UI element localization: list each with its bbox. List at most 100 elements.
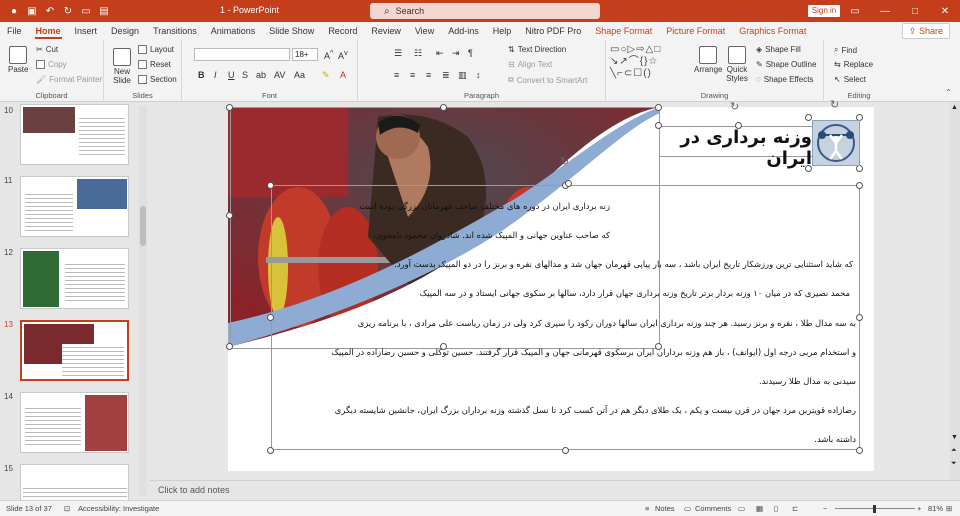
slide-thumbnail[interactable] xyxy=(20,392,129,453)
collapse-ribbon-icon[interactable]: ⌃ xyxy=(945,88,952,97)
rotate-handle-icon[interactable]: ↻ xyxy=(830,98,839,111)
align-right-icon[interactable]: ≡ xyxy=(426,70,431,80)
tab-design[interactable]: Design xyxy=(104,22,146,40)
resize-handle[interactable] xyxy=(856,314,863,321)
new-slide-button[interactable]: New Slide xyxy=(110,48,134,85)
signin-button[interactable]: Sign in xyxy=(808,5,840,17)
resize-handle[interactable] xyxy=(655,104,662,111)
reading-view-icon[interactable]: ▯ xyxy=(774,504,778,513)
font-color-icon[interactable]: A xyxy=(340,70,346,80)
increase-indent-icon[interactable]: ⇥ xyxy=(452,48,460,59)
tab-picture-format[interactable]: Picture Format xyxy=(659,22,732,40)
resize-handle[interactable] xyxy=(267,447,274,454)
rotate-handle-icon[interactable]: ↻ xyxy=(560,155,569,168)
select-button[interactable]: ↖ Select xyxy=(834,75,866,84)
highlight-icon[interactable]: ✎ xyxy=(322,70,330,81)
maximize-icon[interactable]: □ xyxy=(900,0,930,22)
quick-styles-button[interactable]: Quick Styles xyxy=(724,46,750,83)
comments-toggle[interactable]: Comments xyxy=(695,504,731,513)
close-icon[interactable]: ✕ xyxy=(930,0,960,22)
cut-button[interactable]: ✂ Cut xyxy=(36,45,58,54)
fit-slide-icon[interactable]: ⊞ xyxy=(946,504,952,513)
tab-nitro[interactable]: Nitro PDF Pro xyxy=(518,22,588,40)
shape-outline-button[interactable]: ✎ Shape Outline xyxy=(756,60,816,69)
align-left-icon[interactable]: ≡ xyxy=(394,70,399,80)
font-name-dropdown[interactable] xyxy=(194,48,290,61)
zoom-slider-knob[interactable] xyxy=(873,505,876,513)
tab-file[interactable]: File xyxy=(0,22,29,40)
notes-toggle-icon[interactable]: ≡ xyxy=(645,504,649,513)
copy-button[interactable]: Copy xyxy=(36,60,67,69)
slide-thumbnail[interactable] xyxy=(20,176,129,237)
scroll-thumb[interactable] xyxy=(140,206,146,246)
slide-title[interactable]: وزنه برداری در ایران xyxy=(662,127,812,169)
zoom-in-icon[interactable]: + xyxy=(917,504,921,513)
save-icon[interactable]: ▣ xyxy=(26,5,38,17)
undo-icon[interactable]: ↶ xyxy=(44,5,56,17)
shape-fill-button[interactable]: ◈ Shape Fill xyxy=(756,45,801,54)
resize-handle[interactable] xyxy=(226,343,233,350)
shapes-gallery[interactable]: ▭○▷⇨△□ ↘↗⌒{}☆ ╲⌐⊂☐() xyxy=(610,44,690,84)
resize-handle[interactable] xyxy=(226,104,233,111)
slide-sorter-icon[interactable]: ▦ xyxy=(756,504,763,513)
scroll-down-icon[interactable]: ▼ xyxy=(951,434,958,441)
tab-help[interactable]: Help xyxy=(486,22,519,40)
smartart-button[interactable]: ⧉ Convert to SmartArt xyxy=(508,75,587,85)
tab-shape-format[interactable]: Shape Format xyxy=(588,22,659,40)
comments-icon[interactable]: ▭ xyxy=(684,504,691,513)
tab-record[interactable]: Record xyxy=(321,22,364,40)
accessibility-status[interactable]: Accessibility: Investigate xyxy=(78,504,159,513)
slideshow-view-icon[interactable]: ⊏ xyxy=(792,504,798,513)
slide-thumbnail[interactable] xyxy=(20,104,129,165)
replace-button[interactable]: ⇆ Replace xyxy=(834,60,873,69)
resize-handle[interactable] xyxy=(440,104,447,111)
align-center-icon[interactable]: ≡ xyxy=(410,70,415,80)
slide-thumbnail[interactable] xyxy=(20,464,129,500)
resize-handle[interactable] xyxy=(856,447,863,454)
italic-button[interactable]: I xyxy=(214,70,217,80)
tab-view[interactable]: View xyxy=(408,22,441,40)
shadow-button[interactable]: S xyxy=(242,70,248,80)
share-button[interactable]: ⇪ Share xyxy=(901,23,950,39)
columns-icon[interactable]: ▥ xyxy=(458,70,467,81)
tab-animations[interactable]: Animations xyxy=(204,22,263,40)
find-button[interactable]: ⌕ Find xyxy=(834,45,857,55)
section-button[interactable]: Section xyxy=(138,75,177,84)
resize-handle[interactable] xyxy=(805,114,812,121)
underline-button[interactable]: U xyxy=(228,70,235,80)
grow-font-icon[interactable]: A^ xyxy=(324,48,334,61)
normal-view-icon[interactable]: ▭ xyxy=(738,504,745,513)
notes-pane[interactable]: Click to add notes xyxy=(150,480,960,500)
tab-add-ins[interactable]: Add-ins xyxy=(441,22,486,40)
spacing-icon[interactable]: AV xyxy=(274,70,285,80)
slide-thumbnail[interactable] xyxy=(20,248,129,309)
present-icon[interactable]: ▭ xyxy=(80,5,92,17)
bold-button[interactable]: B xyxy=(198,70,205,80)
shrink-font-icon[interactable]: Av xyxy=(338,48,348,61)
tab-graphics-format[interactable]: Graphics Format xyxy=(732,22,813,40)
resize-handle[interactable] xyxy=(267,314,274,321)
canvas-scrollbar[interactable]: ▲ ▼ ⏶ ⏷ xyxy=(950,102,960,480)
customize-icon[interactable]: ▤ xyxy=(98,5,110,17)
minimize-icon[interactable]: — xyxy=(870,0,900,22)
rtl-icon[interactable]: ¶ xyxy=(468,48,473,58)
resize-handle[interactable] xyxy=(856,165,863,172)
bullets-icon[interactable]: ☰ xyxy=(394,48,402,59)
numbering-icon[interactable]: ☷ xyxy=(414,48,422,59)
prev-slide-icon[interactable]: ⏶ xyxy=(951,447,957,455)
decrease-indent-icon[interactable]: ⇤ xyxy=(436,48,444,59)
reset-button[interactable]: Reset xyxy=(138,60,171,69)
shape-effects-button[interactable]: ◌ Shape Effects xyxy=(756,75,813,84)
thumbnails-scrollbar[interactable] xyxy=(139,106,147,496)
zoom-out-icon[interactable]: − xyxy=(823,504,827,513)
tab-insert[interactable]: Insert xyxy=(68,22,105,40)
resize-handle[interactable] xyxy=(856,182,863,189)
justify-icon[interactable]: ≣ xyxy=(442,70,450,81)
tab-slide-show[interactable]: Slide Show xyxy=(262,22,321,40)
align-text-button[interactable]: ⊟ Align Text xyxy=(508,60,552,69)
rotate-handle-icon[interactable]: ↻ xyxy=(730,100,739,113)
tab-transitions[interactable]: Transitions xyxy=(146,22,204,40)
strikethrough-icon[interactable]: ab xyxy=(256,70,266,80)
resize-handle[interactable] xyxy=(655,122,662,129)
paste-button[interactable]: Paste xyxy=(8,46,28,74)
